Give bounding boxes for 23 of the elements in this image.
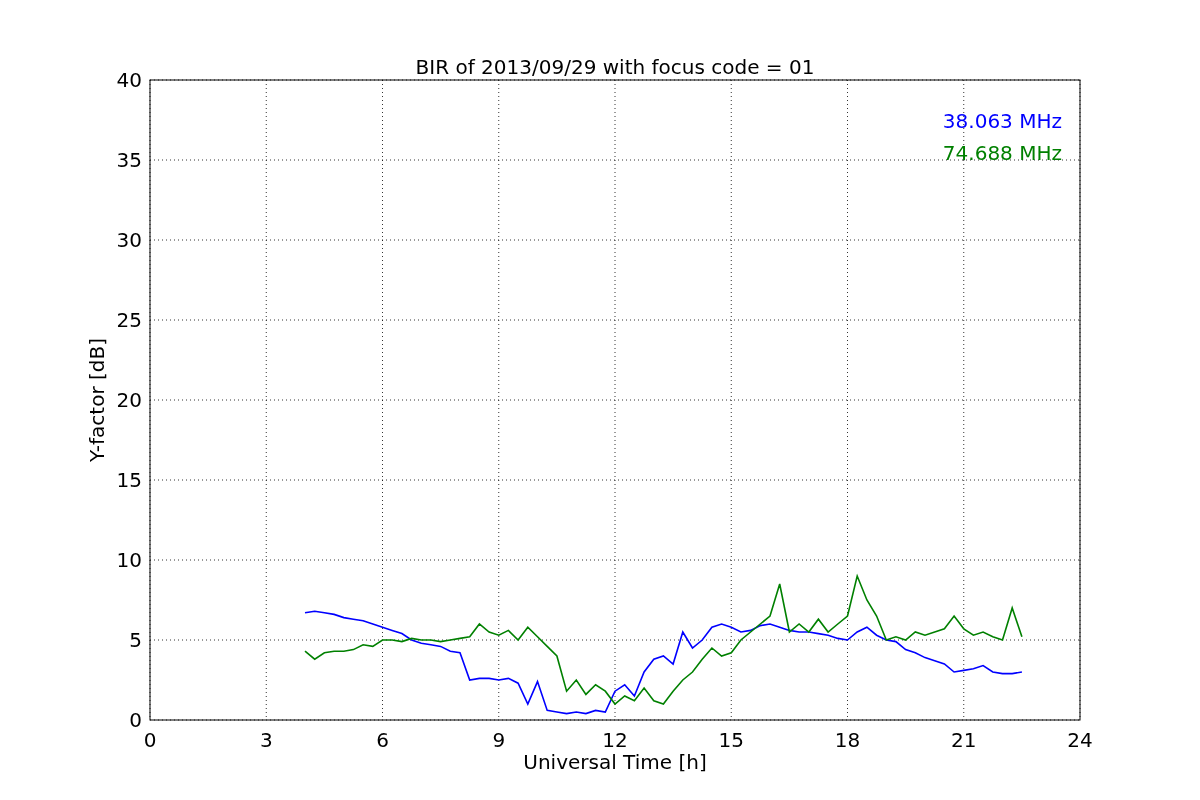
y-tick-label: 35 <box>116 148 142 172</box>
y-tick-label: 25 <box>116 308 142 332</box>
y-tick-label: 15 <box>116 468 142 492</box>
x-tick-label: 6 <box>376 728 389 752</box>
x-tick-label: 3 <box>259 728 273 752</box>
x-tick-label: 21 <box>951 728 977 752</box>
x-tick-label: 18 <box>834 728 861 752</box>
x-tick-label: 0 <box>143 728 157 752</box>
x-tick-label: 15 <box>718 728 744 752</box>
legend-label: 74.688 MHz <box>942 141 1062 165</box>
y-tick-label: 30 <box>116 228 142 252</box>
y-tick-label: 10 <box>116 548 142 572</box>
y-tick-label: 0 <box>129 708 142 732</box>
chart-title: BIR of 2013/09/29 with focus code = 01 <box>415 55 815 79</box>
x-axis-label: Universal Time [h] <box>523 750 707 774</box>
x-tick-label: 9 <box>492 728 506 752</box>
y-axis-label: Y-factor [dB] <box>85 338 109 462</box>
x-tick-label: 12 <box>602 728 628 752</box>
x-tick-label: 24 <box>1067 728 1093 752</box>
y-tick-label: 5 <box>129 628 142 652</box>
y-tick-label: 40 <box>116 68 142 92</box>
y-tick-label: 20 <box>116 388 142 412</box>
legend-label: 38.063 MHz <box>942 109 1062 133</box>
